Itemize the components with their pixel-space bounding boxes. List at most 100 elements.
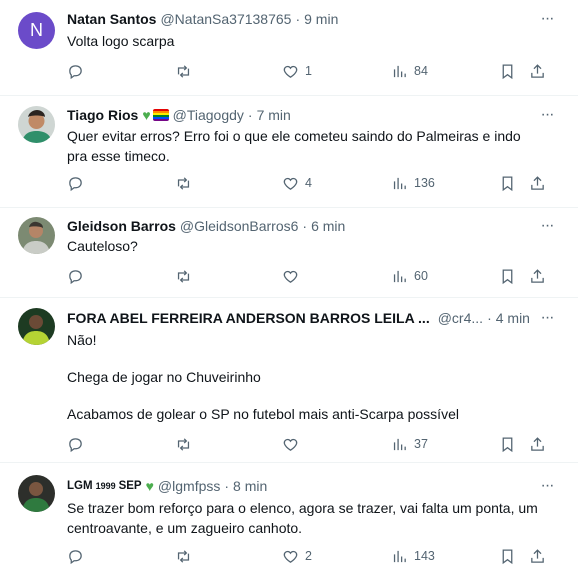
tweet-text-line: Chega de jogar no Chuveirinho	[67, 369, 261, 385]
bookmark-icon	[502, 268, 513, 284]
avatar-photo	[18, 106, 55, 143]
bookmark-icon	[502, 548, 513, 564]
avatar-photo	[18, 217, 55, 254]
reply-button[interactable]	[67, 173, 84, 193]
views-button[interactable]: 84	[391, 61, 428, 81]
timestamp[interactable]: 4 min	[496, 309, 530, 327]
reply-button[interactable]	[67, 546, 84, 566]
like-count: 2	[305, 549, 312, 563]
more-options-icon[interactable]: ···	[538, 106, 556, 124]
bookmark-button[interactable]	[499, 61, 516, 81]
views-chart-icon	[393, 550, 406, 562]
like-button[interactable]: 1	[282, 61, 312, 81]
author-name[interactable]: Natan Santos	[67, 10, 156, 28]
author-handle[interactable]: @Tiagogdy	[173, 106, 244, 124]
tweet-text: Quer evitar erros? Erro foi o que ele co…	[67, 126, 560, 166]
tweet-header: Gleidson Barros @GleidsonBarros6 · 6 min	[67, 217, 538, 235]
tweet-text: Não! Chega de jogar no Chuveirinho Acaba…	[67, 330, 560, 424]
green-heart-icon: ♥	[145, 478, 154, 494]
views-chart-icon	[393, 177, 406, 189]
reply-button[interactable]	[67, 266, 84, 286]
bookmark-icon	[502, 63, 513, 79]
more-options-icon[interactable]: ···	[538, 477, 556, 495]
timestamp[interactable]: 6 min	[311, 217, 345, 235]
reply-button[interactable]	[67, 434, 84, 454]
tweet[interactable]: Tiago Rios ♥ @Tiagogdy · 7 min ··· Quer …	[0, 96, 578, 208]
avatar[interactable]	[18, 475, 55, 512]
retweet-icon	[177, 437, 190, 451]
author-handle[interactable]: @NatanSa37138765	[160, 10, 291, 28]
more-options-icon[interactable]: ···	[538, 10, 556, 28]
tweet-actions: 4 136	[67, 173, 560, 193]
separator-dot: ·	[224, 478, 230, 494]
bookmark-button[interactable]	[499, 546, 516, 566]
view-count: 143	[414, 549, 435, 563]
like-button[interactable]	[282, 266, 299, 286]
more-options-icon[interactable]: ···	[538, 309, 556, 327]
separator-dot: ·	[295, 11, 301, 27]
author-name[interactable]: Gleidson Barros	[67, 217, 176, 235]
share-button[interactable]	[529, 546, 546, 566]
avatar[interactable]	[18, 106, 55, 143]
like-count: 4	[305, 176, 312, 190]
share-button[interactable]	[529, 173, 546, 193]
tweet-header: LGM 1999 SEP ♥ @lgmfpss · 8 min	[67, 477, 538, 495]
bookmark-button[interactable]	[499, 434, 516, 454]
tweet-actions: 37	[67, 434, 560, 454]
separator-dot: ·	[487, 310, 492, 326]
timestamp[interactable]: 8 min	[233, 477, 267, 495]
retweet-button[interactable]	[175, 173, 192, 193]
retweet-button[interactable]	[175, 546, 192, 566]
author-handle[interactable]: @lgmfpss	[158, 477, 220, 495]
like-button[interactable]: 4	[282, 173, 312, 193]
separator-dot: ·	[302, 218, 308, 234]
tweet-text-line: pra esse timeco.	[67, 148, 170, 164]
tweet-feed: N Natan Santos @NatanSa37138765 · 9 min …	[0, 0, 578, 573]
avatar[interactable]	[18, 308, 55, 345]
views-button[interactable]: 60	[391, 266, 428, 286]
bookmark-button[interactable]	[499, 173, 516, 193]
bookmark-button[interactable]	[499, 266, 516, 286]
tweet-text-line: Quer evitar erros? Erro foi o que ele co…	[67, 128, 521, 144]
retweet-button[interactable]	[175, 61, 192, 81]
avatar[interactable]: N	[18, 12, 55, 49]
retweet-icon	[177, 64, 190, 78]
author-name[interactable]: Tiago Rios	[67, 106, 138, 124]
view-count: 37	[414, 437, 428, 451]
tweet[interactable]: N Natan Santos @NatanSa37138765 · 9 min …	[0, 0, 578, 96]
like-button[interactable]: 2	[282, 546, 312, 566]
share-button[interactable]	[529, 61, 546, 81]
tweet[interactable]: Gleidson Barros @GleidsonBarros6 · 6 min…	[0, 208, 578, 298]
views-button[interactable]: 136	[391, 173, 435, 193]
tweet[interactable]: LGM 1999 SEP ♥ @lgmfpss · 8 min ··· Se t…	[0, 463, 578, 573]
views-button[interactable]: 37	[391, 434, 428, 454]
reply-icon	[69, 269, 82, 284]
share-button[interactable]	[529, 434, 546, 454]
timestamp[interactable]: 7 min	[257, 106, 291, 124]
tweet[interactable]: FORA ABEL FERREIRA ANDERSON BARROS LEILA…	[0, 298, 578, 463]
avatar[interactable]	[18, 217, 55, 254]
share-button[interactable]	[529, 266, 546, 286]
views-chart-icon	[393, 65, 406, 77]
retweet-button[interactable]	[175, 434, 192, 454]
green-heart-icon: ♥	[142, 107, 151, 123]
more-options-icon[interactable]: ···	[538, 217, 556, 235]
heart-icon	[283, 177, 298, 190]
retweet-icon	[177, 549, 190, 563]
tweet-text-line: Se trazer bom reforço para o elenco, ago…	[67, 500, 538, 516]
author-name[interactable]: FORA ABEL FERREIRA ANDERSON BARROS LEILA…	[67, 309, 430, 327]
author-handle[interactable]: @GleidsonBarros6	[180, 217, 299, 235]
author-handle[interactable]: @cr4...	[438, 309, 483, 327]
views-button[interactable]: 143	[391, 546, 435, 566]
author-name[interactable]: LGM	[67, 477, 93, 495]
retweet-button[interactable]	[175, 266, 192, 286]
author-name-suffix[interactable]: SEP	[119, 477, 142, 495]
reply-icon	[69, 176, 82, 191]
heart-icon	[283, 550, 298, 563]
timestamp[interactable]: 9 min	[304, 10, 338, 28]
share-icon	[531, 436, 544, 451]
tweet-actions: 1 84	[67, 61, 560, 81]
reply-icon	[69, 437, 82, 452]
like-button[interactable]	[282, 434, 299, 454]
reply-button[interactable]	[67, 61, 84, 81]
